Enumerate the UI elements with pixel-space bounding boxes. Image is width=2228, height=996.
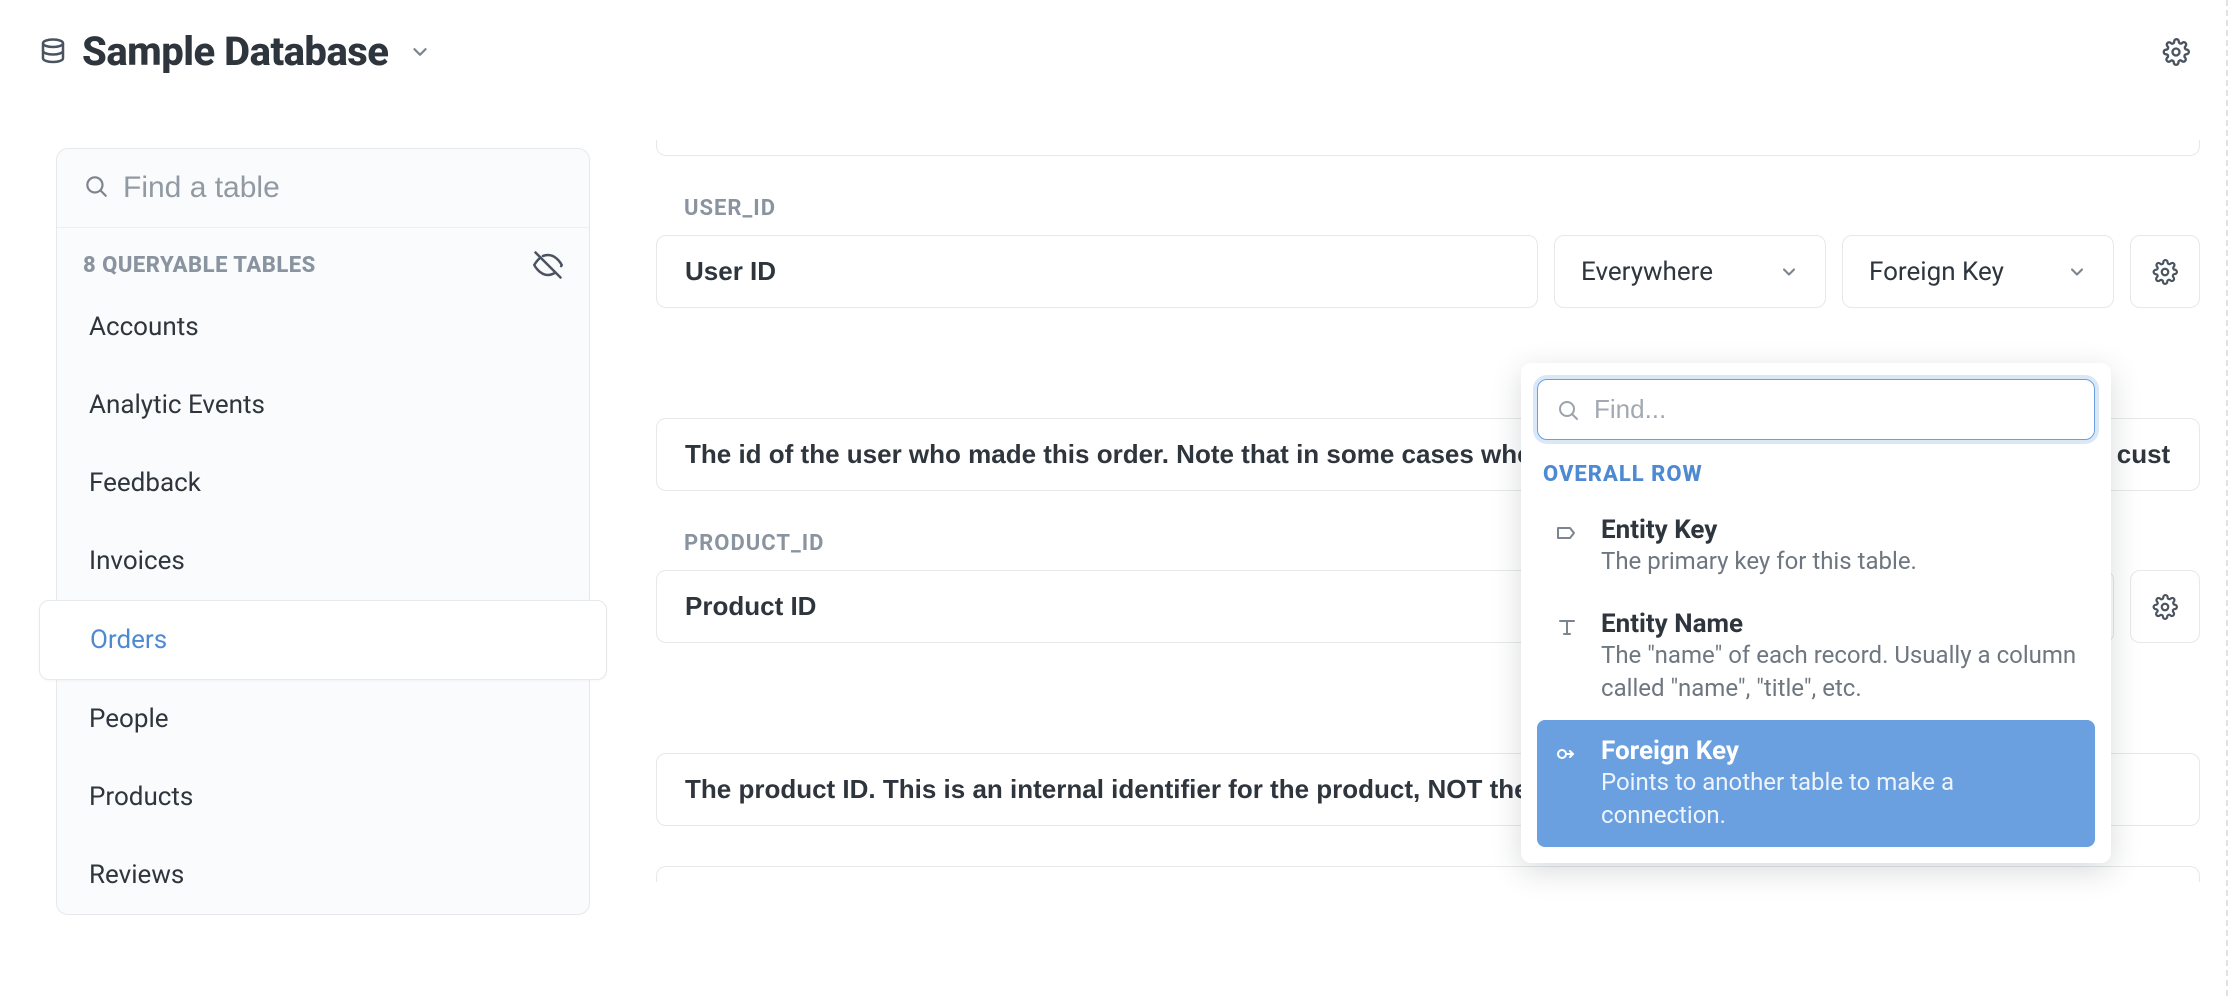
- chevron-down-icon[interactable]: [403, 35, 437, 69]
- sidebar-item-feedback[interactable]: Feedback: [57, 444, 589, 522]
- table-search-input[interactable]: [123, 171, 563, 205]
- next-card-edge: [656, 866, 2200, 882]
- label-icon: [1551, 515, 1583, 545]
- chevron-down-icon: [1779, 262, 1799, 282]
- connection-icon: [1551, 736, 1583, 766]
- field-display-name-input[interactable]: [656, 235, 1538, 308]
- page-title: Sample Database: [82, 28, 389, 75]
- field-semantic-type-select[interactable]: Foreign Key: [1842, 235, 2114, 308]
- field-settings-button[interactable]: [2130, 570, 2200, 643]
- popover-search-input[interactable]: [1594, 394, 2076, 425]
- option-title: Entity Key: [1601, 515, 1917, 545]
- option-title: Entity Name: [1601, 609, 2081, 639]
- tables-heading-row: 8 QUERYABLE TABLES: [57, 228, 589, 288]
- sidebar-item-orders[interactable]: Orders: [39, 600, 607, 680]
- table-search-row[interactable]: [57, 149, 589, 228]
- field-display-name-input[interactable]: [656, 570, 1538, 643]
- sidebar-item-invoices[interactable]: Invoices: [57, 522, 589, 600]
- sidebar-item-analytic-events[interactable]: Analytic Events: [57, 366, 589, 444]
- semantic-type-option-entity-key[interactable]: Entity KeyThe primary key for this table…: [1537, 499, 2095, 593]
- field-settings-button[interactable]: [2130, 235, 2200, 308]
- popover-search-row[interactable]: [1537, 379, 2095, 440]
- tables-heading: 8 QUERYABLE TABLES: [83, 253, 316, 278]
- search-icon: [83, 173, 109, 203]
- text-icon: [1551, 609, 1583, 639]
- semantic-type-list: Entity KeyThe primary key for this table…: [1537, 499, 2095, 847]
- field-tech-name: USER_ID: [684, 196, 2200, 221]
- field-controls-row: Everywhere Foreign Key: [656, 235, 2200, 308]
- select-value: Everywhere: [1581, 257, 1713, 287]
- option-title: Foreign Key: [1601, 736, 2081, 766]
- previous-card-edge: [656, 140, 2200, 156]
- search-icon: [1556, 398, 1580, 422]
- table-sidebar: 8 QUERYABLE TABLES AccountsAnalytic Even…: [56, 148, 590, 915]
- sidebar-item-people[interactable]: People: [57, 680, 589, 758]
- sidebar-item-reviews[interactable]: Reviews: [57, 836, 589, 914]
- sidebar-item-accounts[interactable]: Accounts: [57, 288, 589, 366]
- sidebar-item-products[interactable]: Products: [57, 758, 589, 836]
- visibility-toggle-icon[interactable]: [533, 250, 563, 280]
- gear-icon: [2152, 259, 2178, 285]
- header-title-group[interactable]: Sample Database: [38, 28, 437, 75]
- option-subtitle: The "name" of each record. Usually a col…: [1601, 639, 2081, 704]
- semantic-type-option-entity-name[interactable]: Entity NameThe "name" of each record. Us…: [1537, 593, 2095, 720]
- gear-icon: [2152, 594, 2178, 620]
- popover-section-label: OVERALL ROW: [1543, 462, 2089, 487]
- semantic-type-popover: OVERALL ROW Entity KeyThe primary key fo…: [1521, 363, 2111, 863]
- table-list: AccountsAnalytic EventsFeedbackInvoicesO…: [57, 288, 589, 914]
- field-visibility-select[interactable]: Everywhere: [1554, 235, 1826, 308]
- select-value: Foreign Key: [1869, 257, 2004, 287]
- semantic-type-option-foreign-key[interactable]: Foreign KeyPoints to another table to ma…: [1537, 720, 2095, 847]
- database-icon: [38, 37, 68, 67]
- page-header: Sample Database: [38, 28, 2190, 75]
- chevron-down-icon: [2067, 262, 2087, 282]
- option-subtitle: Points to another table to make a connec…: [1601, 766, 2081, 831]
- settings-button[interactable]: [2162, 38, 2190, 66]
- option-subtitle: The primary key for this table.: [1601, 545, 1917, 577]
